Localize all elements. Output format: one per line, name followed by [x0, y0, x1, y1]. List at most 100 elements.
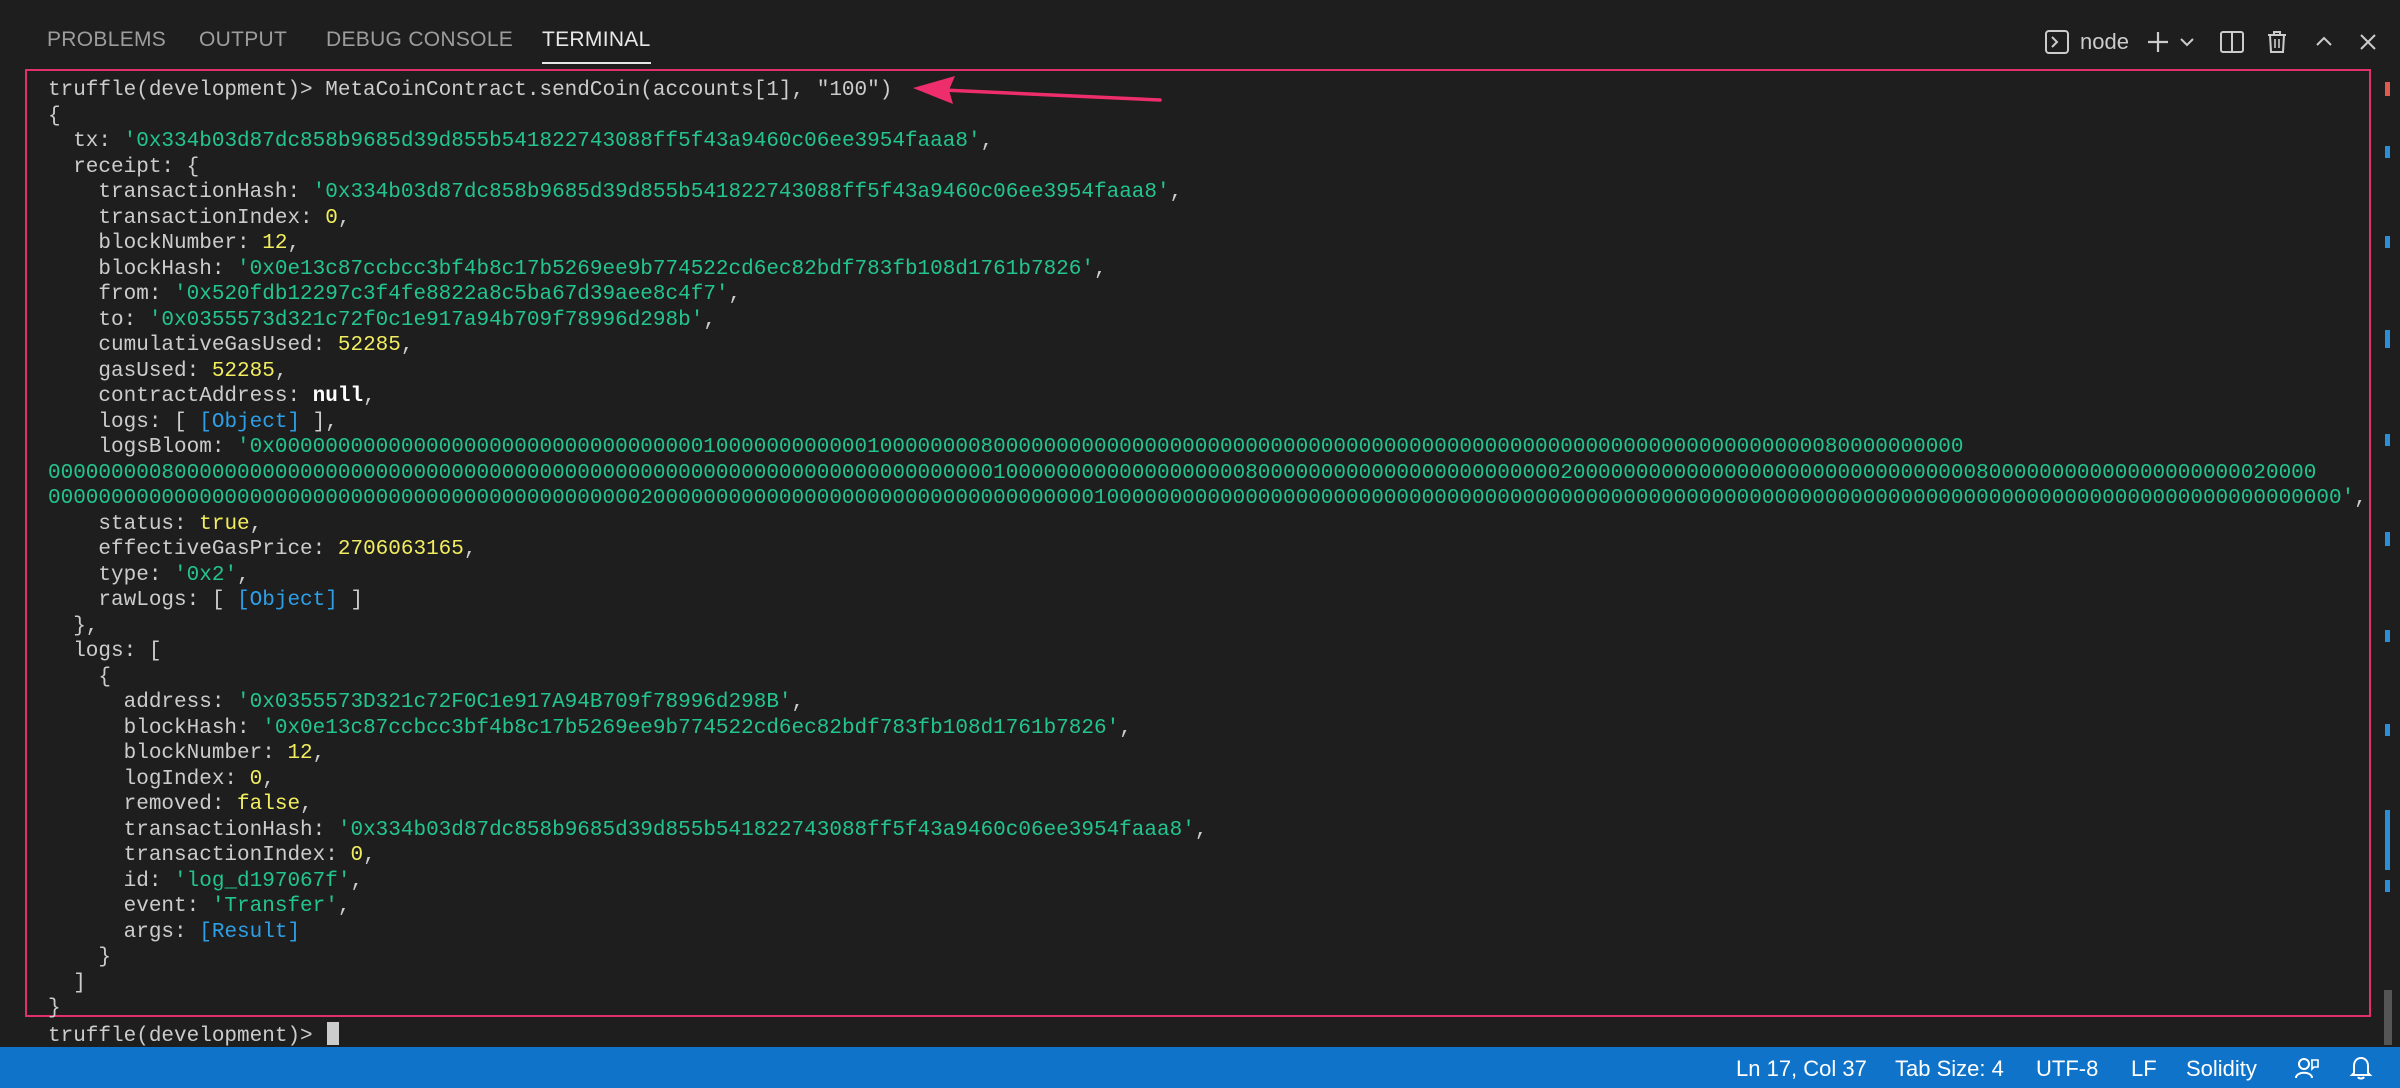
terminal-token: 52285: [337, 334, 401, 357]
terminal-line: transactionHash: '0x334b03d87dc858b9685d…: [48, 180, 2367, 206]
terminal-token: {: [48, 665, 112, 689]
terminal-line: 0000000000000000000000000000000000000000…: [48, 486, 2367, 512]
terminal-token: 0000000000000000000000000000000000000000…: [48, 487, 2355, 510]
terminal-token: '0x2': [174, 563, 238, 587]
terminal-token: logsBloom:: [48, 436, 238, 459]
maximize-panel-button[interactable]: [2311, 24, 2337, 60]
overview-marker: [2385, 330, 2390, 348]
terminal-token: blockNumber:: [48, 742, 288, 765]
overview-marker: [2385, 236, 2390, 248]
chevron-up-icon: [2311, 29, 2337, 55]
chevron-down-icon: [2178, 29, 2196, 55]
terminal-token: ,: [287, 232, 301, 255]
terminal-token: },: [48, 614, 99, 638]
terminal-token: transactionHash:: [48, 181, 313, 204]
overview-marker: [2385, 630, 2390, 642]
split-icon: [2219, 29, 2245, 55]
terminal-line: logs: [ [Object] ],: [48, 410, 2367, 436]
split-terminal-button[interactable]: [2219, 24, 2245, 60]
terminal-name: node: [2080, 29, 2129, 54]
terminal-launch-profile[interactable]: node: [2044, 24, 2129, 60]
terminal-token: 0000000008000000000000000000000000000000…: [48, 461, 2317, 485]
encoding[interactable]: UTF-8: [2036, 1056, 2098, 1082]
terminal-token: '0x0e13c87ccbcc3bf4b8c17b5269ee9b774522c…: [262, 716, 1120, 740]
terminal-token: blockNumber:: [48, 232, 263, 255]
overview-marker: [2385, 810, 2390, 870]
terminal-token: '0x0000000000000000000000000000000000100…: [237, 436, 1964, 459]
terminal-token: ,: [262, 767, 275, 791]
overview-marker: [2385, 82, 2390, 96]
terminal-token: true: [199, 512, 250, 536]
terminal-token: to:: [48, 308, 149, 332]
terminal-token: ,: [312, 742, 326, 765]
terminal-line: blockNumber: 12,: [48, 231, 2367, 257]
feedback-icon[interactable]: [2294, 1055, 2320, 1087]
terminal-line: removed: false,: [48, 792, 2367, 818]
terminal-token: from:: [48, 283, 175, 306]
terminal-token: }: [48, 946, 112, 969]
tab-output[interactable]: Output: [199, 28, 287, 52]
terminal-line: gasUsed: 52285,: [48, 359, 2367, 385]
bell-icon[interactable]: [2348, 1055, 2374, 1087]
terminal-dropdown-button[interactable]: [2178, 24, 2196, 60]
terminal-token: logs: [: [48, 640, 162, 663]
terminal-token: 12: [287, 742, 313, 765]
terminal-line: {: [48, 665, 2367, 691]
terminal-token: cumulativeGasUsed:: [48, 334, 338, 357]
terminal-token: 0: [249, 767, 263, 791]
terminal-token: false: [237, 793, 301, 816]
close-panel-button[interactable]: [2355, 24, 2381, 60]
status-bar: Ln 17, Col 37 Tab Size: 4 UTF-8 LF Solid…: [0, 1047, 2400, 1088]
tab-debug-console[interactable]: Debug Console: [326, 28, 513, 52]
kill-terminal-button[interactable]: [2264, 24, 2290, 60]
terminal-token: transactionIndex:: [48, 844, 351, 867]
terminal-token: 'Transfer': [211, 895, 338, 918]
scrollbar-thumb[interactable]: [2384, 990, 2392, 1045]
terminal-token: contractAddress:: [48, 385, 313, 408]
tab-size[interactable]: Tab Size: 4: [1895, 1056, 2004, 1082]
terminal-line: args: [Result]: [48, 920, 2367, 946]
terminal-line: blockNumber: 12,: [48, 741, 2367, 767]
terminal-token: ,: [350, 869, 364, 893]
terminal-token: ,: [1194, 818, 1208, 842]
terminal-token: blockHash:: [48, 716, 263, 740]
overview-marker: [2385, 724, 2390, 736]
terminal-scrollbar[interactable]: [2378, 62, 2400, 1047]
plus-icon: [2145, 29, 2171, 55]
tab-terminal[interactable]: Terminal: [542, 28, 651, 64]
terminal-token: ,: [400, 334, 414, 357]
overview-marker: [2385, 880, 2390, 892]
terminal-output[interactable]: truffle(development)> MetaCoinContract.s…: [48, 78, 2367, 1048]
terminal-token: tx:: [48, 130, 124, 153]
terminal-token: logIndex:: [48, 767, 250, 791]
cursor-position[interactable]: Ln 17, Col 37: [1736, 1056, 1867, 1082]
terminal-token: 0: [350, 844, 364, 867]
terminal-line: {: [48, 104, 2367, 130]
terminal-token: ,: [274, 359, 288, 383]
terminal-prompt-line[interactable]: truffle(development)>: [48, 1021, 2367, 1048]
terminal-token: ],: [300, 410, 338, 434]
tab-problems[interactable]: Problems: [47, 28, 166, 52]
terminal-token: truffle(development)> MetaCoinContract.s…: [48, 79, 893, 102]
terminal-line: transactionIndex: 0,: [48, 206, 2367, 232]
terminal-line: truffle(development)> MetaCoinContract.s…: [48, 78, 2367, 104]
terminal-icon: [2044, 29, 2070, 55]
terminal-token: effectiveGasPrice:: [48, 538, 338, 561]
terminal-cursor: [327, 1021, 340, 1045]
language-mode[interactable]: Solidity: [2186, 1056, 2257, 1082]
terminal-line: ]: [48, 971, 2367, 997]
line-ending[interactable]: LF: [2131, 1056, 2157, 1082]
terminal-token: [Result]: [199, 920, 301, 944]
terminal-token: '0x0355573d321c72f0c1e917a94b709f78996d2…: [148, 308, 704, 332]
terminal-line: blockHash: '0x0e13c87ccbcc3bf4b8c17b5269…: [48, 716, 2367, 742]
terminal-token: transactionIndex:: [48, 206, 326, 230]
terminal-line: effectiveGasPrice: 2706063165,: [48, 537, 2367, 563]
terminal-token: [Object]: [237, 589, 338, 612]
terminal-prompt: truffle(development)>: [48, 1024, 326, 1048]
new-terminal-button[interactable]: [2145, 24, 2171, 60]
terminal-line: from: '0x520fdb12297c3f4fe8822a8c5ba67d3…: [48, 282, 2367, 308]
panel-tab-bar: Problems Output Debug Console Terminal n…: [0, 0, 2400, 64]
terminal-token: 'log_d197067f': [174, 869, 351, 893]
terminal-line: transactionIndex: 0,: [48, 843, 2367, 869]
terminal-token: ,: [1169, 181, 1183, 204]
